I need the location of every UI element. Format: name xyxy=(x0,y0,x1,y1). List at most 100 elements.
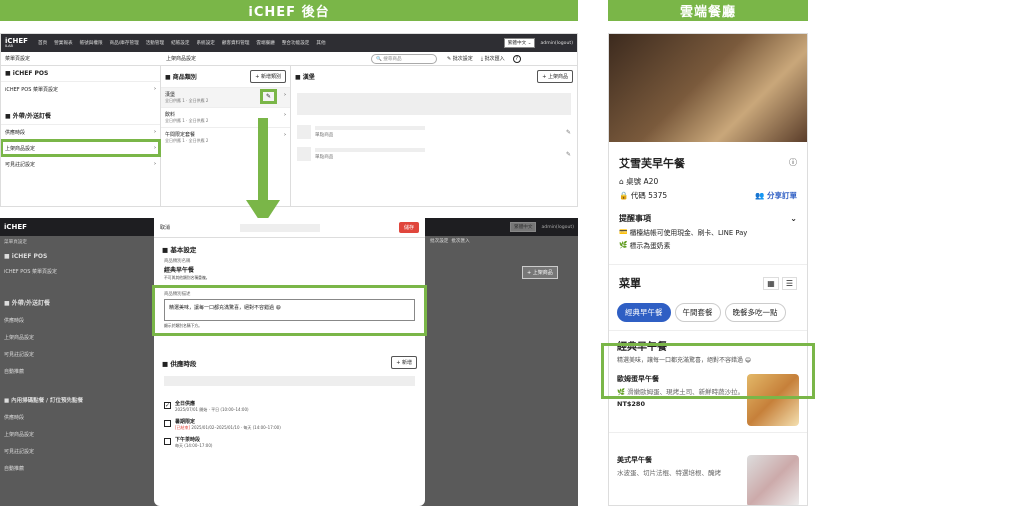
menu-heading: 菜單 ▦ ☰ xyxy=(619,275,797,291)
restaurant-photo xyxy=(609,34,807,142)
side-heading: ■ 內用掃碼點餐 / 訂位預先點餐 xyxy=(4,398,83,404)
food-item[interactable]: 美式早午餐 水波蛋、切片法棍、特選培根、醃烤 xyxy=(609,449,807,505)
category-item[interactable]: 漢堡 全日供應 1 · 全日供應 2 ✎ › xyxy=(161,87,290,107)
side-item[interactable]: iCHEF POS 菜單頁設定 › xyxy=(1,81,160,97)
checkbox[interactable]: ✓ xyxy=(164,402,171,409)
category-tabs: 經典早午餐 午間套餐 晚餐多吃一點 xyxy=(617,303,799,322)
cancel-button[interactable]: 取消 xyxy=(160,224,170,231)
nav-item[interactable]: 結帳設定 xyxy=(171,40,189,46)
period-option[interactable]: ✓ 全日供應 2025/07/01 開始 · 平日 (10:00–14:00) xyxy=(164,400,415,413)
product-row[interactable]: 單點商品 ✎ xyxy=(297,147,571,161)
product-heading: ■ 漢堡 xyxy=(295,74,315,81)
nav-item[interactable]: 營業報表 xyxy=(54,40,72,46)
category-highlight xyxy=(601,343,815,399)
side-item-active[interactable]: 上架商品設定 › xyxy=(1,139,161,157)
notice-item: 🌿 標示為蛋奶素 xyxy=(619,241,671,250)
side-heading: ■ iCHEF POS xyxy=(5,70,49,77)
category-item[interactable]: 飲料 全日供應 1 · 全日供應 2 › xyxy=(161,107,290,127)
list-view-icon[interactable]: ☰ xyxy=(781,276,797,290)
search-input[interactable]: 🔍 搜尋商品 xyxy=(371,53,437,64)
description-highlight: 商品類別描述 精選美味，讓每一口都充滿驚喜，絕對不容錯過 😄 顯示於類別名稱下方… xyxy=(152,285,427,336)
nav-item[interactable]: 活動管理 xyxy=(146,40,164,46)
top-nav: iCHEF ILAB 首頁 營業報表 帳號與權限 商品/庫存管理 活動管理 結帳設… xyxy=(1,34,577,52)
batch-set-button[interactable]: ✎ 批次設定 xyxy=(447,55,473,62)
bar-mid-title: 上架商品設定 xyxy=(166,56,197,62)
nav-item[interactable]: 商品/庫存管理 xyxy=(110,40,139,46)
tab-category[interactable]: 經典早午餐 xyxy=(617,303,671,322)
nav-item[interactable]: 帳號與權限 xyxy=(80,40,103,46)
batch-import-button[interactable]: ⤓ 批次匯入 xyxy=(481,55,505,62)
add-period-button[interactable]: + 新增 xyxy=(391,355,417,369)
batch-actions-dim: 批次設定 批次匯入 xyxy=(430,239,470,244)
category-column: ■ 商品類別 + 新增類別 漢堡 全日供應 1 · 全日供應 2 ✎ › 飲料 全日… xyxy=(161,66,291,206)
save-button[interactable]: 儲存 xyxy=(398,222,419,233)
info-icon[interactable]: ⓘ xyxy=(789,157,797,168)
add-category-button[interactable]: + 新增類別 xyxy=(250,70,286,83)
side-heading: ■ 外帶/外送訂餐 xyxy=(4,300,50,307)
nav-item[interactable]: 雲端餐廳 xyxy=(256,40,274,46)
product-thumb xyxy=(297,147,311,161)
tab-category[interactable]: 晚餐多吃一點 xyxy=(724,303,786,322)
name-field[interactable]: 經典早午餐 xyxy=(164,265,415,274)
admin-screen-modal: iCHEF 繁體中文 admin(logout) 菜單頁設定 批次設定 批次匯入… xyxy=(0,218,578,506)
notice-heading[interactable]: 提醒事項 ⌄ xyxy=(619,213,797,224)
add-product-button[interactable]: + 上架商品 xyxy=(537,70,573,83)
side-menu-dim: ■ iCHEF POS iCHEF POS 菜單頁設定 ■ 外帶/外送訂餐 供應… xyxy=(0,248,154,477)
section-basic: ■ 基本設定 xyxy=(162,246,197,254)
period-option[interactable]: 暑期限定 [已結束] 2025/01/02–2025/01/10 · 每天 (14… xyxy=(164,418,415,431)
side-item: 可見註記設定 xyxy=(4,352,35,358)
side-item: 可見註記設定 xyxy=(4,449,35,455)
help-icon[interactable]: ? xyxy=(512,54,521,63)
cloud-restaurant-phone: 艾雪芙早午餐 ⓘ ⌂ 桌號 A20 🔒 代碼 5375 👥 分享訂單 提醒事項 ⌄ … xyxy=(608,33,808,506)
admin-screen-top: iCHEF ILAB 首頁 營業報表 帳號與權限 商品/庫存管理 活動管理 結帳設… xyxy=(0,33,578,207)
nav-item[interactable]: 首頁 xyxy=(38,40,47,46)
title-placeholder xyxy=(240,223,321,232)
period-placeholder xyxy=(164,376,415,386)
order-code: 🔒 代碼 5375 👥 分享訂單 xyxy=(619,190,797,201)
side-item: 自動推薦 xyxy=(4,466,25,472)
edit-icon[interactable]: ✎ xyxy=(566,151,571,158)
lock-icon: 🔒 xyxy=(619,191,631,200)
user-logout[interactable]: admin(logout) xyxy=(540,41,573,46)
side-item[interactable]: 可見註記設定 › xyxy=(1,156,160,172)
tab-category[interactable]: 午間套餐 xyxy=(674,303,721,322)
sub-bar: 菜單頁設定 上架商品設定 🔍 搜尋商品 ✎ 批次設定 ⤓ 批次匯入 ? xyxy=(1,52,577,66)
language-select[interactable]: 繁體中文 ⌄ xyxy=(503,38,536,48)
side-item: 自動推薦 xyxy=(4,369,25,375)
banner-cloud: 雲端餐廳 xyxy=(608,0,808,21)
table-number: ⌂ 桌號 A20 xyxy=(619,177,659,186)
side-heading: ■ iCHEF POS xyxy=(4,253,48,260)
modal-header: 取消 儲存 xyxy=(154,218,425,238)
edit-icon[interactable]: ✎ xyxy=(566,129,571,136)
product-thumb xyxy=(297,125,311,139)
checkbox[interactable] xyxy=(164,438,171,445)
logo: iCHEF ILAB xyxy=(5,36,28,48)
category-heading: ■ 商品類別 xyxy=(165,74,197,81)
add-product-button: + 上架商品 xyxy=(522,266,558,279)
category-item[interactable]: 午間限定套餐 全日供應 1 · 全日供應 2 › xyxy=(161,127,290,147)
food-thumb xyxy=(747,455,799,505)
description-label: 商品類別描述 xyxy=(164,292,191,297)
description-field[interactable]: 精選美味，讓每一口都充滿驚喜，絕對不容錯過 😄 xyxy=(164,299,415,321)
checkbox[interactable] xyxy=(164,420,171,427)
section-period: ■ 供應時段 xyxy=(162,360,197,368)
banner-admin: iCHEF 後台 xyxy=(0,0,578,21)
nav-item[interactable]: 其他 xyxy=(316,40,325,46)
card-icon: 💳 xyxy=(619,228,630,236)
share-order-button[interactable]: 👥 分享訂單 xyxy=(755,190,797,201)
period-option[interactable]: 下午茶時段 每天 (14:00–17:00) xyxy=(164,436,415,449)
edit-category-modal: 取消 儲存 ■ 基本設定 商品類別名稱 經典早午餐 不可與其他類別名稱重複。 商… xyxy=(152,218,427,506)
side-item[interactable]: 供應時段 › xyxy=(1,124,160,140)
chevron-down-icon: ⌄ xyxy=(790,214,797,223)
logo: iCHEF xyxy=(4,222,27,231)
grid-view-icon[interactable]: ▦ xyxy=(763,276,779,290)
edit-icon[interactable]: ✎ xyxy=(260,89,277,104)
nav-item[interactable]: 系統設定 xyxy=(196,40,214,46)
arrow-connector xyxy=(258,118,268,202)
nav-item[interactable]: 整合功能設定 xyxy=(282,40,310,46)
side-heading: ■ 外帶/外送訂餐 xyxy=(5,113,51,120)
nav-item[interactable]: 顧客資料管理 xyxy=(222,40,250,46)
side-item: 上架商品設定 xyxy=(4,335,35,341)
product-row[interactable]: 單點商品 ✎ xyxy=(297,125,571,139)
bar-title: 菜單頁設定 xyxy=(5,56,31,62)
